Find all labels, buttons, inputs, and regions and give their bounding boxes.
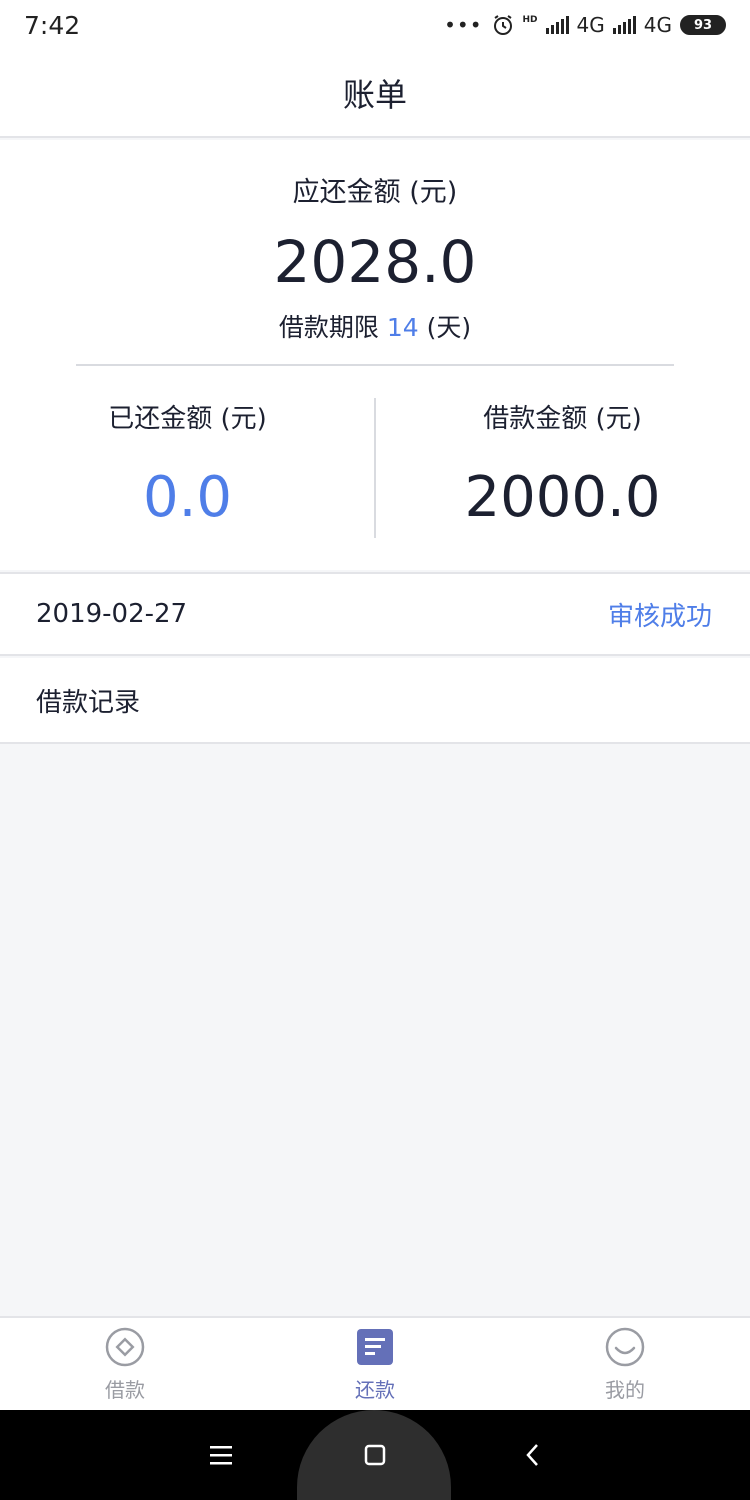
back-chevron-icon [526, 1444, 538, 1466]
status-time: 7:42 [24, 10, 81, 40]
back-button[interactable] [508, 1430, 558, 1480]
home-button[interactable] [350, 1430, 400, 1480]
loan-term: 借款期限 14 (天) [0, 308, 750, 344]
status-icons: ••• HD 4G 4G 93 [444, 13, 726, 37]
tab-repay-label: 还款 [355, 1378, 395, 1402]
loan-amount-value: 2000.0 [464, 465, 661, 530]
tab-repay[interactable]: 还款 [250, 1318, 500, 1410]
menu-button[interactable] [196, 1430, 246, 1480]
summary-divider [76, 364, 674, 366]
loan-term-unit: (天) [426, 313, 472, 342]
home-square-icon [364, 1444, 386, 1466]
battery-icon: 93 [680, 15, 726, 35]
due-amount-value: 2028.0 [273, 228, 477, 296]
smiley-icon [605, 1327, 645, 1367]
repaid-amount-label: 已还金额 (元) [108, 404, 267, 434]
network-type-2: 4G [643, 13, 672, 37]
loan-amount-label: 借款金额 (元) [483, 404, 642, 434]
due-amount-label: 应还金额 (元) [292, 177, 458, 208]
network-type-1: 4G [576, 13, 605, 37]
coin-circle-icon [105, 1327, 145, 1367]
loan-amount-block: 借款金额 (元) 2000.0 [375, 398, 750, 530]
review-status: 审核成功 [607, 601, 712, 632]
app-header: 账单 [0, 50, 750, 138]
battery-level: 93 [693, 17, 713, 33]
notification-dots: ••• [444, 13, 483, 37]
page-title: 账单 [342, 76, 407, 114]
document-icon [357, 1329, 393, 1365]
signal-strength-icon [545, 16, 569, 34]
application-status-row[interactable]: 2019-02-27 审核成功 [0, 572, 750, 656]
bottom-tab-bar: 借款 还款 我的 [0, 1316, 750, 1410]
tab-mine[interactable]: 我的 [500, 1318, 750, 1410]
tab-mine-label: 我的 [605, 1378, 645, 1402]
tab-borrow[interactable]: 借款 [0, 1318, 250, 1410]
alarm-icon [493, 15, 512, 35]
hd-label: HD [522, 15, 538, 25]
bill-summary-card: 应还金额 (元) 2028.0 借款期限 14 (天) 已还金额 (元) 0.0… [0, 140, 750, 570]
loan-term-label: 借款期限 [278, 313, 379, 342]
repaid-amount-value: 0.0 [142, 465, 233, 530]
application-date: 2019-02-27 [36, 599, 188, 629]
system-nav-bar [0, 1410, 750, 1500]
signal-strength-icon-2 [612, 16, 636, 34]
status-bar: 7:42 ••• HD 4G 4G 93 [0, 0, 750, 50]
tab-borrow-label: 借款 [105, 1378, 145, 1402]
repaid-amount-block: 已还金额 (元) 0.0 [0, 398, 375, 530]
loan-term-value: 14 [386, 313, 419, 342]
menu-icon [210, 1446, 232, 1465]
loan-records-section: 借款记录 [0, 658, 750, 744]
loan-records-title: 借款记录 [36, 687, 141, 718]
